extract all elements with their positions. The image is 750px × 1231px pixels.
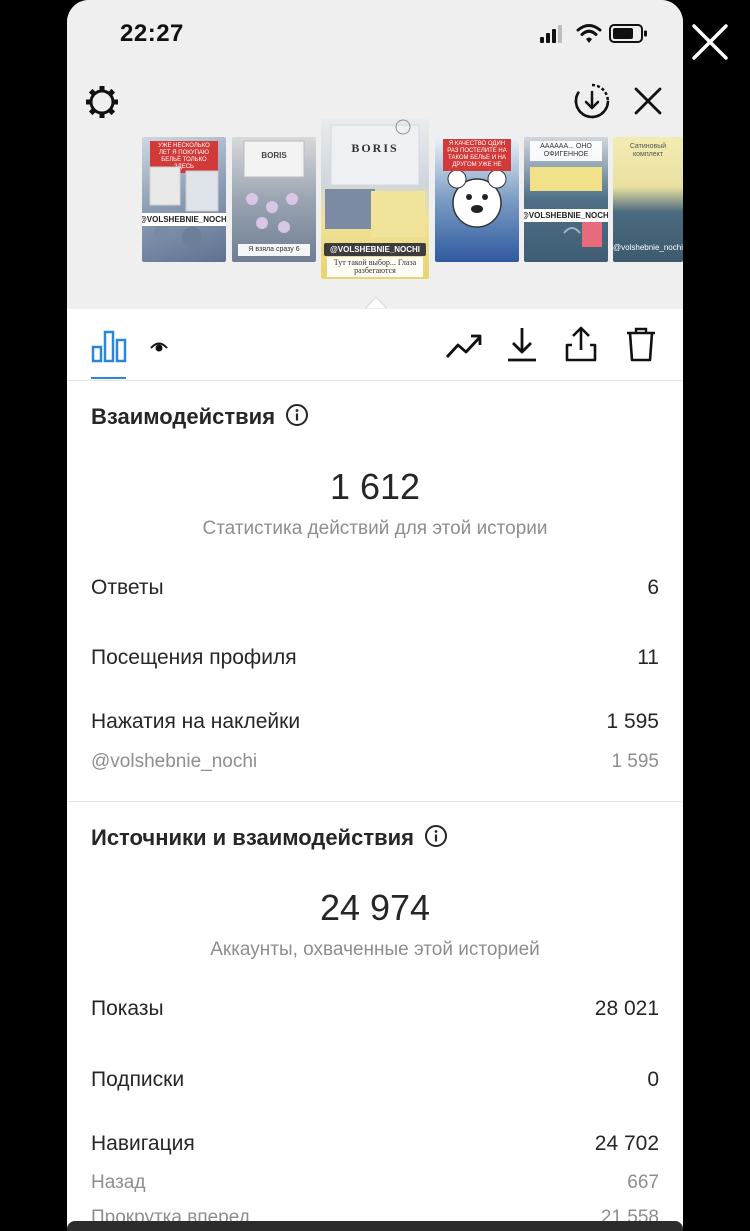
download-circle-icon[interactable] (573, 82, 611, 120)
gear-icon[interactable] (84, 84, 120, 120)
bottom-sheet-edge (67, 1221, 683, 1231)
stat-row-impressions: Показы 28 021 (91, 997, 659, 1027)
stat-row-sticker-account: @volshebnie_nochi 1 595 (91, 751, 659, 781)
stat-value: 24 702 (594, 1132, 659, 1155)
story-brand: BORIS (351, 141, 399, 155)
stat-label: Назад (91, 1172, 146, 1193)
story-thumbnail[interactable]: BORIS Я взяла сразу 6 (232, 137, 316, 262)
discovery-section-title: Источники и взаимодействия (91, 824, 448, 851)
story-note: Я КАЧЕСТВО ОДИН РАЗ ПОСТЕЛИТЕ НА ТАКОМ Б… (443, 139, 511, 171)
stat-value: 1 595 (606, 710, 659, 733)
stat-label: Ответы (91, 576, 164, 599)
stat-value: 6 (647, 576, 659, 599)
stat-row-sticker-taps: Нажатия на наклейки 1 595 (91, 710, 659, 740)
discovery-subtitle: Аккаунты, охваченные этой историей (210, 939, 540, 960)
stat-value: 1 595 (611, 751, 659, 772)
story-thumbnail[interactable]: УЖЕ НЕСКОЛЬКО ЛЕТ Я ПОКУПАЮ БЕЛЬЁ ТОЛЬКО… (142, 137, 226, 262)
share-icon[interactable] (564, 325, 598, 368)
eye-icon[interactable] (149, 338, 169, 359)
story-caption: @VOLSHEBNIE_NOCHI (323, 243, 427, 256)
download-icon[interactable] (505, 326, 539, 369)
story-thumbnail-active[interactable]: BORIS @VOLSHEBNIE_NOCHI Тут такой выбор.… (321, 119, 429, 279)
stat-row-profile-visits: Посещения профиля 11 (91, 646, 659, 676)
stat-value: 667 (627, 1172, 659, 1193)
wifi-icon (576, 24, 602, 43)
story-thumbnail[interactable]: АААААА... ОНО ОФИГЕННОЕ @VOLSHEBNIE_NOCH… (524, 137, 608, 262)
close-icon[interactable] (633, 86, 663, 116)
section-divider (67, 801, 683, 802)
story-note: Сатиновый комплект (629, 143, 667, 158)
stat-label: Показы (91, 997, 164, 1020)
discovery-title: Источники и взаимодействия (91, 825, 414, 850)
signal-icon (540, 25, 562, 43)
stat-label: Навигация (91, 1132, 195, 1155)
stat-label: Посещения профиля (91, 646, 297, 669)
bar-chart-icon[interactable] (91, 329, 127, 368)
outer-close-icon[interactable] (690, 22, 730, 62)
trending-up-icon[interactable] (445, 331, 483, 366)
stat-label: @volshebnie_nochi (91, 751, 258, 772)
stat-row-follows: Подписки 0 (91, 1068, 659, 1098)
battery-icon (609, 24, 647, 43)
info-icon[interactable] (424, 824, 448, 848)
story-thumbnail[interactable]: Я КАЧЕСТВО ОДИН РАЗ ПОСТЕЛИТЕ НА ТАКОМ Б… (435, 137, 519, 262)
discovery-total: 24 974 (319, 887, 431, 928)
story-caption: BORIS (261, 151, 287, 160)
engagement-subtitle: Статистика действий для этой истории (202, 518, 548, 539)
story-note: Тут такой выбор... Глаза разбегаются (327, 257, 423, 277)
engagement-total: 1 612 (329, 466, 421, 507)
stat-value: 28 021 (594, 997, 659, 1020)
story-toolbar (67, 309, 683, 381)
selection-pointer (365, 296, 387, 309)
stat-row-navigation: Навигация 24 702 (91, 1132, 659, 1162)
engagement-title: Взаимодействия (91, 404, 276, 429)
story-note: Я взяла сразу 6 (238, 244, 310, 256)
status-time: 22:27 (120, 20, 184, 47)
stat-row-back: Назад 667 (91, 1172, 659, 1202)
phone-screen: 22:27 УЖЕ НЕСКОЛЬКО ЛЕТ Я ПОКУПАЮ БЕЛЬЁ … (67, 0, 683, 1231)
status-icons (540, 22, 660, 46)
story-thumbnail[interactable]: Сатиновый комплект @volshebnie_nochi (613, 137, 683, 262)
stat-label: Нажатия на наклейки (91, 710, 301, 733)
trash-icon[interactable] (625, 326, 657, 367)
engagement-section-title: Взаимодействия (91, 403, 309, 430)
story-header: 22:27 УЖЕ НЕСКОЛЬКО ЛЕТ Я ПОКУПАЮ БЕЛЬЁ … (67, 0, 683, 309)
stat-value: 0 (647, 1068, 659, 1091)
story-caption: @VOLSHEBNIE_NOCHI (524, 209, 608, 222)
story-note: АААААА... ОНО ОФИГЕННОЕ (530, 141, 602, 161)
story-caption: @VOLSHEBNIE_NOCHI (142, 213, 226, 226)
info-icon[interactable] (285, 403, 309, 427)
active-tab-indicator (91, 377, 126, 379)
stat-value: 11 (637, 646, 659, 669)
stat-row-replies: Ответы 6 (91, 576, 659, 606)
stat-label: Подписки (91, 1068, 185, 1091)
story-caption: @volshebnie_nochi (613, 243, 683, 252)
